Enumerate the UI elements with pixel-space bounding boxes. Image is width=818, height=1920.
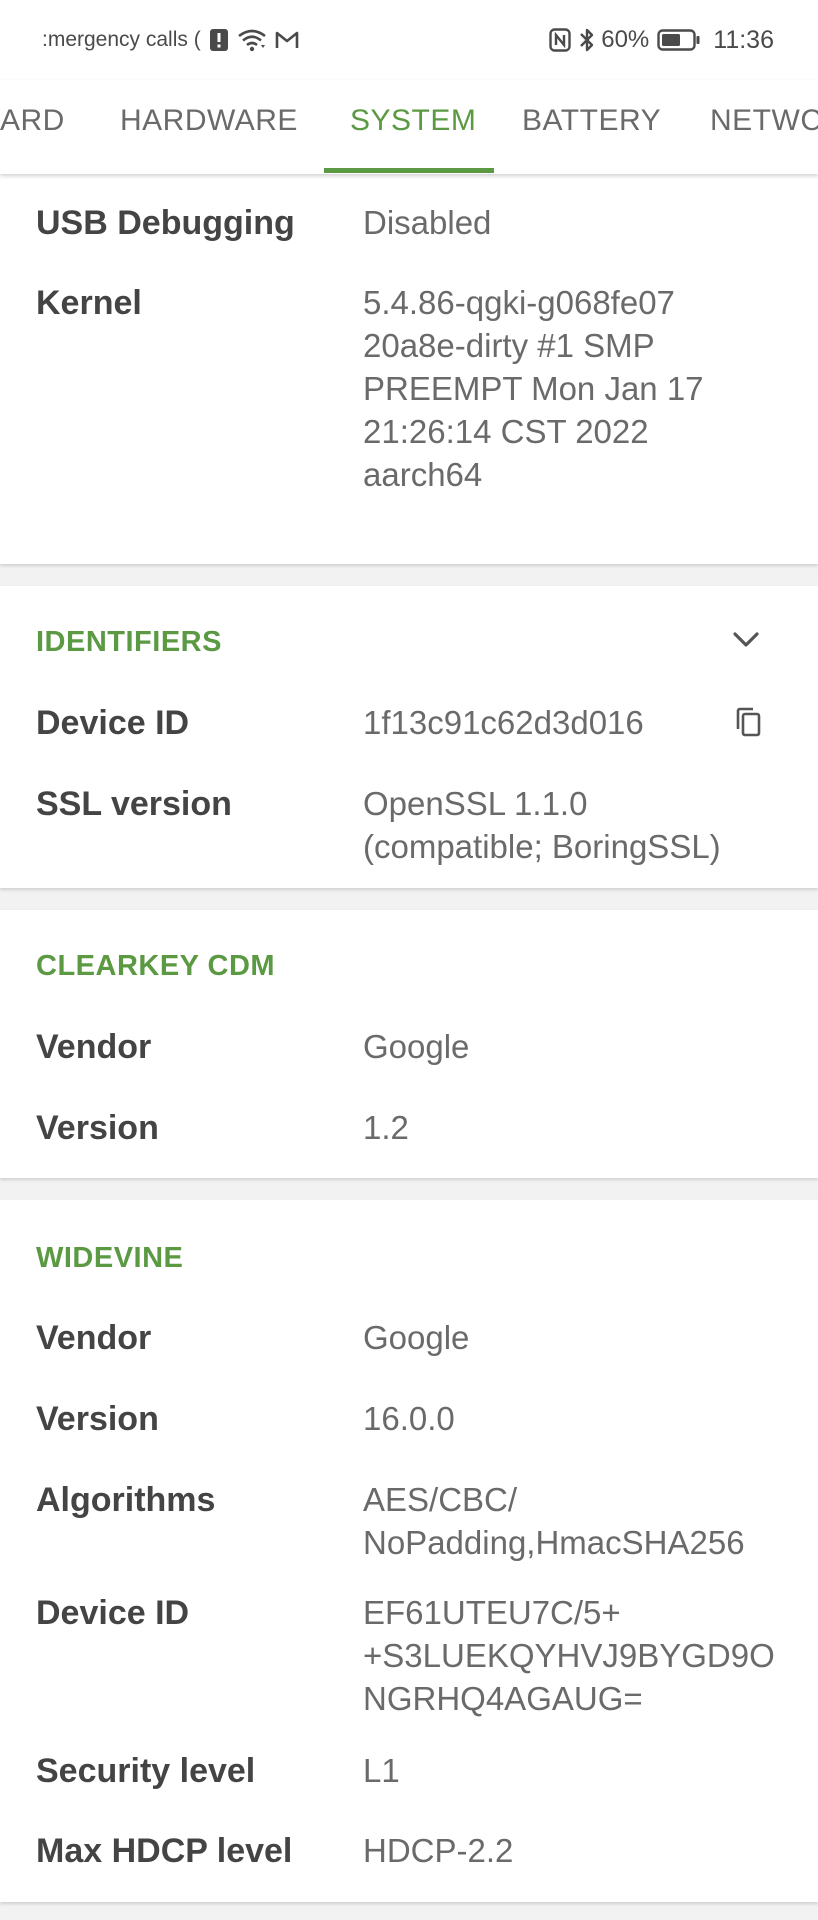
tab-battery[interactable]: BATTERY <box>522 80 661 174</box>
row-label: Vendor <box>36 1028 152 1066</box>
tab-system[interactable]: SYSTEM <box>350 80 476 174</box>
row-label: Vendor <box>36 1319 152 1357</box>
alert-icon <box>209 28 229 52</box>
row-label: Kernel <box>36 284 142 322</box>
tab-bar: ARD HARDWARE SYSTEM BATTERY NETWC <box>0 80 818 174</box>
row-label: Device ID <box>36 704 190 742</box>
widevine-card: WIDEVINE Vendor Google Version 16.0.0 Al… <box>0 1200 818 1902</box>
battery-percent: 60% <box>601 26 650 53</box>
row-value: EF61UTEU7C/5+ +S3LUEKQYHVJ9BYGD9O NGRHQ4… <box>363 1594 775 1717</box>
row-label: Version <box>36 1400 159 1438</box>
section-title: IDENTIFIERS <box>36 626 222 658</box>
row-label: Security level <box>36 1752 256 1790</box>
row-value: Google <box>363 1319 470 1356</box>
section-title: CLEARKEY CDM <box>36 950 276 982</box>
row-value: OpenSSL 1.1.0 (compatible; BoringSSL) <box>363 785 721 865</box>
tab-dashboard[interactable]: ARD <box>0 80 65 174</box>
carrier-text: :mergency calls ( <box>42 28 201 51</box>
identifiers-card: IDENTIFIERS Device ID 1f13c91c62d3d016 S… <box>0 586 818 888</box>
row-value: AES/CBC/ NoPadding,HmacSHA256 <box>363 1481 745 1561</box>
gmail-icon <box>275 30 299 50</box>
active-tab-indicator <box>324 168 494 173</box>
system-card: USB Debugging Disabled Kernel 5.4.86-qgk… <box>0 174 818 564</box>
copy-icon[interactable] <box>728 700 768 744</box>
clearkey-card: CLEARKEY CDM Vendor Google Version 1.2 <box>0 910 818 1178</box>
row-value: Disabled <box>363 204 492 241</box>
clock: 11:36 <box>713 25 774 54</box>
row-value: 16.0.0 <box>363 1400 455 1437</box>
row-label: Version <box>36 1109 159 1147</box>
row-value: 1.2 <box>363 1109 409 1146</box>
chevron-down-icon[interactable] <box>726 620 766 660</box>
wifi-icon <box>237 28 267 52</box>
tab-hardware[interactable]: HARDWARE <box>120 80 298 174</box>
row-label: USB Debugging <box>36 204 295 242</box>
row-label: Max HDCP level <box>36 1832 293 1870</box>
row-value: 5.4.86-qgki-g068fe07 20a8e-dirty #1 SMP … <box>363 284 704 493</box>
status-right: 60% 11:36 <box>541 22 774 58</box>
status-left: :mergency calls ( <box>0 22 299 58</box>
row-label: Algorithms <box>36 1481 216 1519</box>
row-value: HDCP-2.2 <box>363 1832 514 1869</box>
row-value: 1f13c91c62d3d016 <box>363 704 644 741</box>
row-label: Device ID <box>36 1594 190 1632</box>
tab-network[interactable]: NETWC <box>710 80 818 174</box>
row-value: L1 <box>363 1752 400 1789</box>
battery-icon <box>657 29 701 51</box>
row-label: SSL version <box>36 785 232 823</box>
row-value: Google <box>363 1028 470 1065</box>
bluetooth-icon <box>579 27 595 53</box>
status-bar: :mergency calls (60% 11:36 <box>0 0 818 80</box>
section-title: WIDEVINE <box>36 1242 184 1274</box>
nfc-icon <box>549 28 571 52</box>
